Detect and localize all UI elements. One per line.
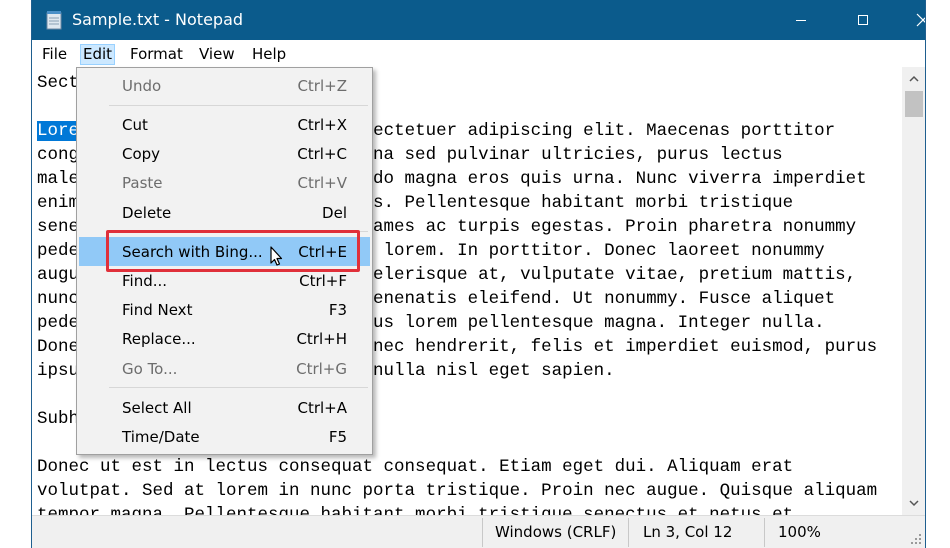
menu-item-shortcut: Del [322, 204, 347, 222]
menu-item-label: Find... [122, 272, 168, 290]
editor-line: Donec ut est in lectus consequat consequ… [37, 457, 794, 477]
menu-item-shortcut: F3 [328, 301, 347, 319]
status-cursor-position: Ln 3, Col 12 [643, 523, 733, 541]
menu-help[interactable]: Help [250, 44, 288, 65]
minimize-icon [796, 20, 806, 21]
menu-item-time-date[interactable]: Time/Date F5 [79, 422, 370, 451]
close-icon [916, 13, 925, 27]
menu-item-shortcut: Ctrl+G [296, 360, 347, 378]
resize-grip-icon[interactable] [911, 534, 921, 544]
title-bar[interactable]: Sample.txt - Notepad [32, 0, 925, 40]
menu-item-find-next[interactable]: Find Next F3 [79, 295, 370, 324]
menu-item-go-to[interactable]: Go To... Ctrl+G [79, 354, 370, 383]
menu-item-label: Select All [122, 399, 192, 417]
menu-item-select-all[interactable]: Select All Ctrl+A [79, 393, 370, 422]
menu-item-shortcut: Ctrl+X [297, 116, 347, 134]
menu-item-copy[interactable]: Copy Ctrl+C [79, 139, 370, 168]
close-button[interactable] [892, 0, 925, 40]
menu-item-label: Delete [122, 204, 172, 222]
menu-item-label: Paste [122, 174, 163, 192]
menu-item-cut[interactable]: Cut Ctrl+X [79, 110, 370, 139]
status-bar: Windows (CRLF) Ln 3, Col 12 100% [32, 515, 925, 548]
mouse-pointer-icon [270, 246, 283, 266]
menu-item-shortcut: Ctrl+H [296, 330, 347, 348]
maximize-icon [858, 15, 868, 25]
menu-file[interactable]: File [40, 44, 69, 65]
editor-line: Subh [37, 409, 80, 429]
menu-item-shortcut: Ctrl+Z [297, 77, 347, 95]
window-title: Sample.txt - Notepad [72, 10, 244, 29]
menu-item-shortcut: F5 [328, 428, 347, 446]
menu-item-shortcut: Ctrl+C [297, 145, 347, 163]
menu-separator [109, 105, 368, 106]
editor-line: tempor magna. Pellentesque habitant morb… [37, 505, 794, 515]
scroll-down-arrow[interactable] [902, 493, 925, 513]
menu-item-undo[interactable]: Undo Ctrl+Z [79, 71, 370, 100]
menu-item-label: Replace... [122, 330, 196, 348]
menu-view[interactable]: View [197, 44, 237, 65]
menu-item-label: Find Next [122, 301, 193, 319]
menu-bar: File Edit Format View Help [32, 40, 925, 67]
status-zoom: 100% [778, 523, 821, 541]
menu-item-label: Undo [122, 77, 162, 95]
menu-edit[interactable]: Edit [80, 44, 116, 65]
menu-item-shortcut: Ctrl+F [299, 272, 347, 290]
selected-text: Lore [37, 121, 80, 141]
notepad-icon [46, 11, 62, 30]
minimize-button[interactable] [770, 0, 832, 40]
editor-line: Sect [37, 73, 80, 93]
status-divider [482, 518, 483, 547]
menu-item-delete[interactable]: Delete Del [79, 198, 370, 227]
chevron-up-icon [909, 75, 919, 82]
menu-item-replace[interactable]: Replace... Ctrl+H [79, 324, 370, 353]
menu-item-shortcut: Ctrl+V [297, 174, 347, 192]
menu-item-label: Time/Date [122, 428, 200, 446]
menu-item-paste[interactable]: Paste Ctrl+V [79, 168, 370, 197]
status-line-endings: Windows (CRLF) [495, 523, 617, 541]
status-divider [764, 518, 765, 547]
menu-separator [109, 387, 368, 388]
menu-item-label: Copy [122, 145, 161, 163]
scroll-up-arrow[interactable] [902, 69, 925, 89]
editor-line: volutpat. Sed at lorem in nunc porta tri… [37, 481, 878, 501]
menu-format[interactable]: Format [128, 44, 185, 65]
scroll-thumb[interactable] [905, 91, 923, 117]
vertical-scrollbar[interactable] [902, 67, 925, 515]
menu-item-shortcut: Ctrl+A [297, 399, 347, 417]
maximize-button[interactable] [832, 0, 894, 40]
highlight-annotation-box [106, 230, 360, 272]
status-divider [628, 518, 629, 547]
menu-item-label: Cut [122, 116, 148, 134]
chevron-down-icon [909, 500, 919, 507]
menu-item-label: Go To... [122, 360, 178, 378]
